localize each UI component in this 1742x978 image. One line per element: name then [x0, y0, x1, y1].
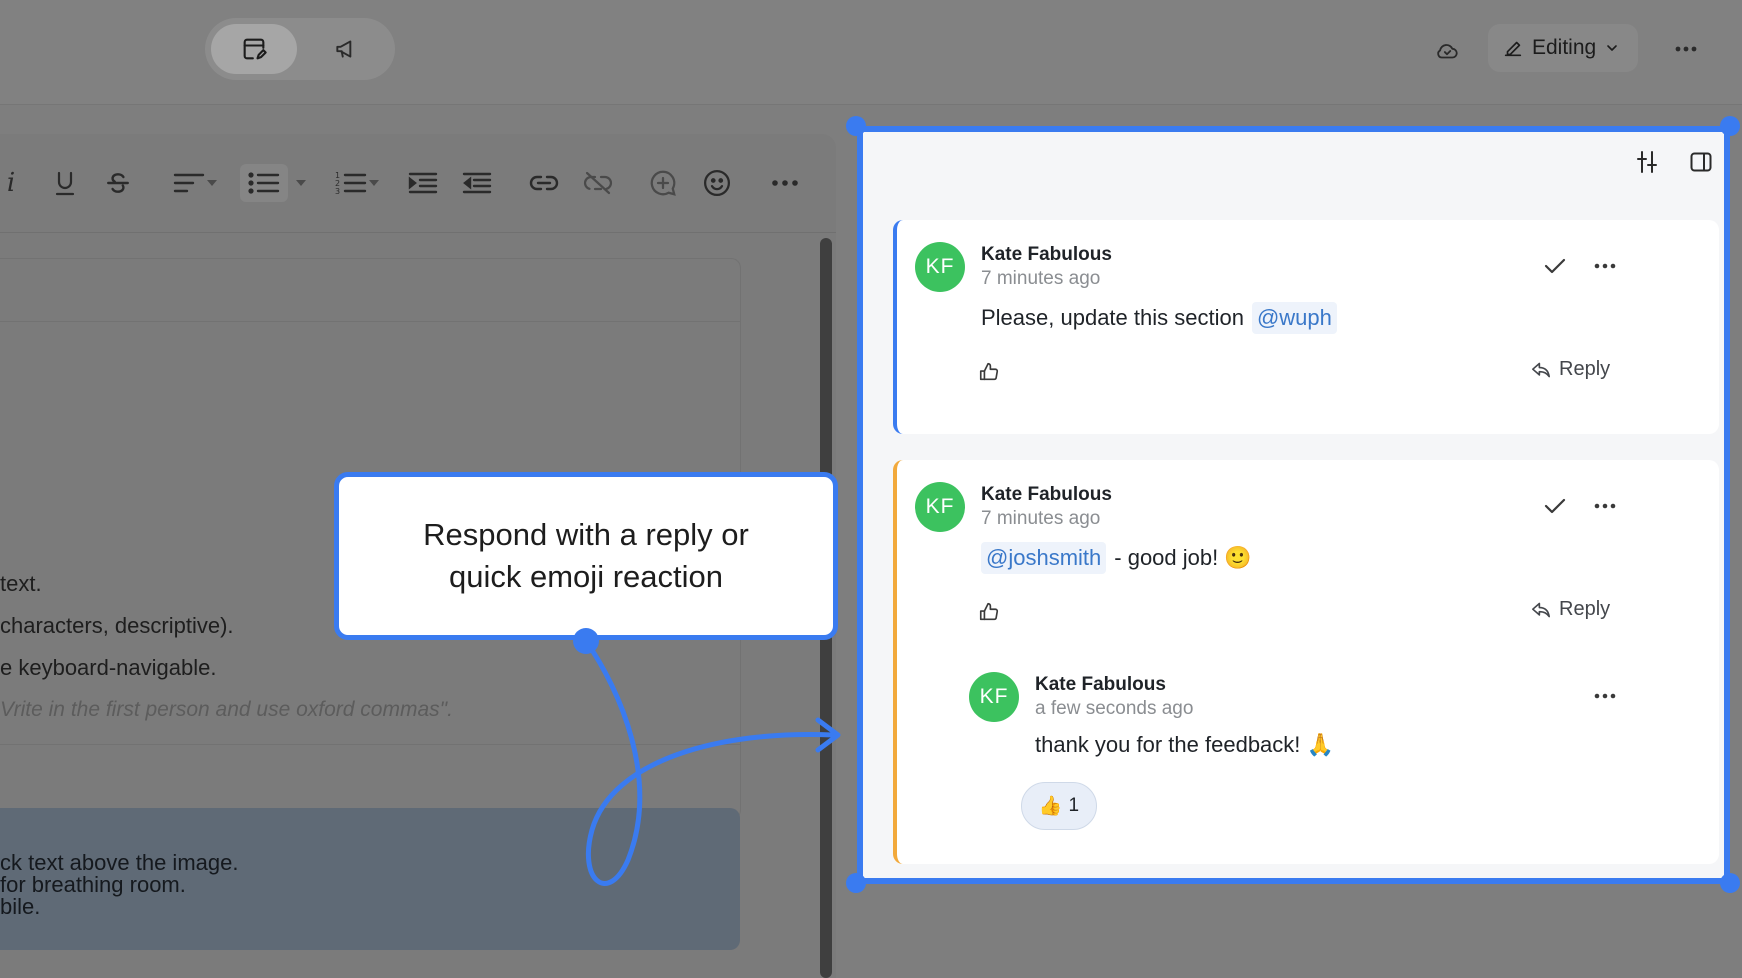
- cloud-sync-icon[interactable]: [1430, 36, 1464, 66]
- note-edit-icon: [243, 38, 267, 60]
- comments-panel: KF Kate Fabulous 7 minutes ago Please, u…: [857, 126, 1730, 884]
- resize-handle-top-right[interactable]: [1720, 116, 1740, 136]
- comment-text: - good job! 🙂: [1114, 545, 1252, 570]
- divider: [0, 321, 740, 322]
- indent-icon[interactable]: [406, 164, 440, 202]
- outdent-icon[interactable]: [460, 164, 494, 202]
- reply-label: Reply: [1559, 358, 1611, 380]
- mention-chip[interactable]: @wuph: [1251, 302, 1337, 334]
- emoji-reaction-pill[interactable]: 👍 1: [1021, 782, 1097, 830]
- comment-thread: KF Kate Fabulous 7 minutes ago @joshsmit…: [893, 460, 1719, 864]
- comment-author: Kate Fabulous: [981, 244, 1112, 265]
- avatar: KF: [969, 672, 1019, 722]
- more-options-icon[interactable]: [1670, 34, 1702, 64]
- editing-mode-dropdown[interactable]: Editing: [1488, 24, 1638, 72]
- thumbs-up-reaction-icon[interactable]: [973, 356, 1005, 388]
- divider: [0, 744, 740, 745]
- comment-body: @joshsmith - good job! 🙂: [981, 542, 1252, 574]
- top-bar: Editing: [0, 0, 1742, 105]
- doc-hint-text: Vrite in the first person and use oxford…: [0, 698, 453, 721]
- reaction-count: 1: [1068, 795, 1080, 816]
- italic-icon[interactable]: i: [0, 164, 22, 202]
- comment-more-icon[interactable]: [1587, 250, 1623, 282]
- reply-button[interactable]: Reply: [1531, 598, 1610, 621]
- doc-text-line: characters, descriptive).: [0, 613, 234, 638]
- formatting-toolbar: i 123: [0, 134, 836, 233]
- comment-thread: KF Kate Fabulous 7 minutes ago Please, u…: [893, 220, 1719, 434]
- link-icon[interactable]: [526, 164, 562, 202]
- caret-down-icon: [296, 180, 306, 186]
- thumbs-up-emoji: 👍: [1038, 796, 1063, 817]
- notes-view-button[interactable]: [211, 24, 297, 74]
- doc-text-line: bile.: [0, 894, 41, 919]
- more-formatting-icon[interactable]: [768, 164, 802, 202]
- resolve-check-icon[interactable]: [1537, 250, 1573, 282]
- editing-mode-label: Editing: [1532, 36, 1597, 59]
- announce-view-button[interactable]: [303, 24, 389, 74]
- resize-handle-bottom-right[interactable]: [1720, 873, 1740, 893]
- resize-handle-bottom-left[interactable]: [846, 873, 866, 893]
- caret-down-icon: [207, 180, 217, 186]
- emoji-icon[interactable]: [698, 164, 736, 202]
- reply-text: thank you for the feedback! 🙏: [1035, 732, 1334, 757]
- reply-timestamp: a few seconds ago: [1035, 698, 1194, 719]
- resolve-check-icon[interactable]: [1537, 490, 1573, 522]
- toggle-sidebar-icon[interactable]: [1685, 146, 1717, 178]
- view-switcher: [205, 18, 395, 80]
- mention-chip[interactable]: @joshsmith: [981, 542, 1107, 574]
- resize-handle-top-left[interactable]: [846, 116, 866, 136]
- thumbs-up-reaction-icon[interactable]: [973, 596, 1005, 628]
- underline-icon[interactable]: [48, 164, 82, 202]
- chevron-down-icon: [1607, 45, 1618, 51]
- comment-more-icon[interactable]: [1587, 490, 1623, 522]
- unlink-icon[interactable]: [580, 164, 616, 202]
- callout-line: quick emoji reaction: [449, 559, 723, 594]
- reply-arrow-icon: [1532, 362, 1550, 377]
- bullet-list-button[interactable]: [240, 164, 288, 202]
- caret-down-icon: [369, 180, 379, 186]
- callout-line: Respond with a reply or: [423, 517, 749, 552]
- callout-anchor-dot: [573, 628, 599, 654]
- avatar: KF: [915, 482, 965, 532]
- tooltip-callout: Respond with a reply or quick emoji reac…: [334, 472, 838, 640]
- comment-body: Please, update this section @wuph: [981, 302, 1337, 334]
- text-align-dropdown[interactable]: [166, 164, 226, 202]
- bullet-list-icon: [248, 172, 280, 194]
- align-left-icon: [173, 173, 205, 193]
- doc-text-line: e keyboard-navigable.: [0, 655, 217, 680]
- filter-sliders-icon[interactable]: [1631, 146, 1663, 178]
- add-comment-icon[interactable]: [644, 164, 682, 202]
- reply-button[interactable]: Reply: [1531, 358, 1610, 381]
- avatar: KF: [915, 242, 965, 292]
- highlighted-block: ck text above the image. for breathing r…: [0, 808, 740, 950]
- bullet-list-dropdown[interactable]: [292, 164, 310, 202]
- strikethrough-icon[interactable]: [100, 164, 136, 202]
- comment-timestamp: 7 minutes ago: [981, 508, 1101, 529]
- reply-body: thank you for the feedback! 🙏: [1035, 732, 1334, 758]
- comment-text: Please, update this section: [981, 305, 1244, 330]
- reply-label: Reply: [1559, 598, 1611, 620]
- numbered-list-icon: 123: [335, 171, 367, 196]
- reply-more-icon[interactable]: [1587, 680, 1623, 712]
- reply-arrow-icon: [1532, 602, 1550, 617]
- comment-author: Kate Fabulous: [981, 484, 1112, 505]
- megaphone-icon: [336, 40, 352, 58]
- pencil-icon: [1504, 41, 1522, 57]
- numbered-list-dropdown[interactable]: 123: [326, 164, 390, 202]
- doc-text-line: text.: [0, 571, 42, 596]
- svg-text:3: 3: [335, 187, 340, 196]
- comment-timestamp: 7 minutes ago: [981, 268, 1101, 289]
- reply-author: Kate Fabulous: [1035, 674, 1166, 695]
